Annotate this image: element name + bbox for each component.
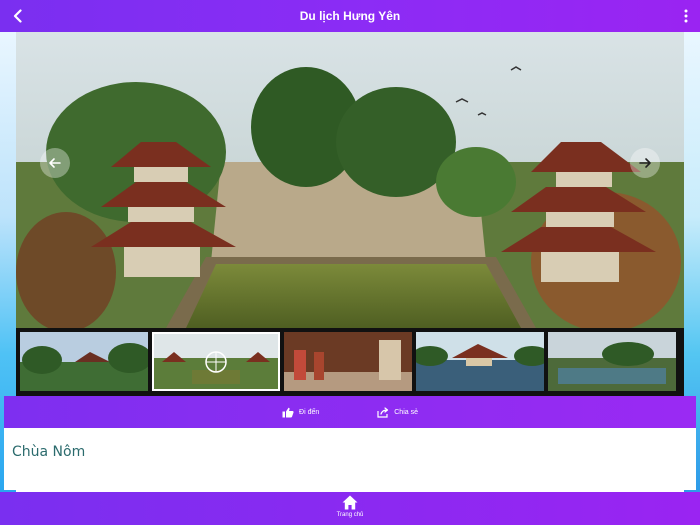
thumbnail-image bbox=[548, 332, 676, 391]
more-options-button[interactable] bbox=[678, 4, 694, 28]
share-icon bbox=[377, 406, 389, 418]
directions-button[interactable]: Đi đến bbox=[282, 407, 319, 418]
arrow-right-icon bbox=[639, 158, 651, 168]
nav-home-label: Trang chủ bbox=[336, 512, 364, 518]
thumbs-up-icon bbox=[282, 407, 294, 417]
thumbnail-strip bbox=[16, 328, 684, 396]
action-bar: Đi đến Chia sẻ bbox=[4, 396, 696, 428]
nav-home-button[interactable]: Trang chủ bbox=[336, 492, 364, 525]
thumbnail-image bbox=[284, 332, 412, 391]
back-arrow-icon bbox=[13, 9, 22, 23]
directions-label: Đi đến bbox=[299, 408, 320, 416]
app-header: Du lịch Hưng Yên bbox=[0, 0, 700, 32]
thumbnail-4[interactable] bbox=[416, 332, 544, 391]
thumbnail-image bbox=[152, 332, 280, 391]
thumbnail-image bbox=[20, 332, 148, 391]
arrow-left-icon bbox=[49, 158, 61, 168]
hero-image bbox=[16, 32, 684, 328]
place-info-card: Chùa Nôm bbox=[4, 428, 696, 490]
thumbnail-2-selected[interactable] bbox=[152, 332, 280, 391]
share-button[interactable]: Chia sẻ bbox=[377, 406, 418, 418]
share-label: Chia sẻ bbox=[394, 408, 418, 416]
back-button[interactable] bbox=[6, 4, 30, 28]
thumbnail-5[interactable] bbox=[548, 332, 676, 391]
previous-image-button[interactable] bbox=[40, 148, 70, 178]
thumbnail-1[interactable] bbox=[20, 332, 148, 391]
thumbnail-3[interactable] bbox=[284, 332, 412, 391]
home-icon bbox=[342, 495, 358, 510]
pagoda-panorama-photo bbox=[16, 32, 684, 328]
more-vertical-icon bbox=[684, 9, 688, 23]
thumbnail-image bbox=[416, 332, 544, 391]
place-name: Chùa Nôm bbox=[12, 444, 86, 460]
app-title: Du lịch Hưng Yên bbox=[299, 9, 401, 23]
bottom-navigation: Trang chủ bbox=[0, 492, 700, 525]
next-image-button[interactable] bbox=[630, 148, 660, 178]
